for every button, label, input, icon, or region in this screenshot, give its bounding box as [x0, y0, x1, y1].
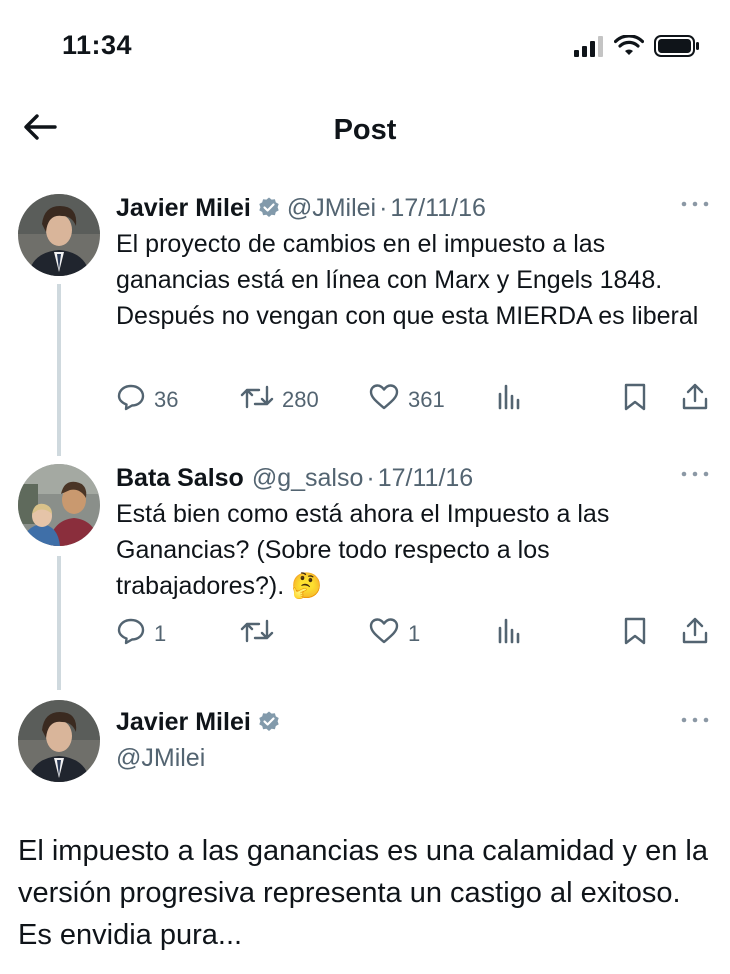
- tweet-actions: 1 1: [116, 616, 716, 656]
- reply-button[interactable]: 1: [116, 616, 166, 652]
- tweet-text: Está bien como está ahora el Impuesto a …: [116, 500, 610, 600]
- reply-count: 36: [154, 387, 179, 412]
- verified-badge-icon: [257, 196, 281, 220]
- more-icon: [680, 201, 710, 218]
- status-icons: [574, 34, 700, 63]
- reply-button[interactable]: 36: [116, 382, 178, 418]
- like-icon: [368, 616, 400, 652]
- author-name[interactable]: Javier Milei: [116, 708, 251, 737]
- page-title: Post: [333, 114, 397, 146]
- post-header: Post: [0, 100, 730, 160]
- reply-icon: [116, 382, 146, 418]
- tweet-date[interactable]: 17/11/16: [390, 194, 485, 223]
- separator: ·: [366, 463, 375, 492]
- author-handle[interactable]: @g_salso: [252, 464, 364, 493]
- status-bar: 11:34: [0, 0, 730, 95]
- repost-button[interactable]: [240, 616, 282, 652]
- share-icon: [680, 616, 710, 652]
- author-name[interactable]: Javier Milei: [116, 194, 251, 223]
- share-button[interactable]: [680, 616, 710, 652]
- wifi-icon: [613, 34, 645, 62]
- signal-icon: [574, 35, 604, 62]
- separator: ·: [379, 193, 388, 222]
- tweet-header: Javier Milei @JMilei · 17/11/16: [116, 190, 486, 226]
- reply-icon: [116, 616, 146, 652]
- more-icon: [680, 471, 710, 488]
- author-name[interactable]: Bata Salso: [116, 464, 244, 493]
- views-button[interactable]: [496, 616, 524, 652]
- avatar[interactable]: [18, 194, 100, 276]
- like-button[interactable]: 1: [368, 616, 420, 652]
- tweet[interactable]: Javier Milei @JMilei · 17/11/16 El proye…: [0, 190, 730, 430]
- like-count: 1: [408, 621, 421, 646]
- main-tweet[interactable]: Javier Milei @JMilei El impuesto a las g…: [0, 700, 730, 974]
- author-handle[interactable]: @JMilei: [116, 744, 205, 773]
- views-button[interactable]: [496, 382, 524, 418]
- share-icon: [680, 382, 710, 418]
- avatar[interactable]: [18, 464, 100, 546]
- tweet-header: Javier Milei: [116, 704, 287, 740]
- avatar[interactable]: [18, 700, 100, 782]
- tweet-text: El proyecto de cambios en el impuesto a …: [116, 230, 699, 330]
- handle-row: @JMilei: [116, 740, 205, 776]
- repost-button[interactable]: 280: [240, 382, 319, 418]
- reply-count: 1: [154, 621, 167, 646]
- views-icon: [496, 616, 524, 652]
- more-button[interactable]: [680, 194, 710, 214]
- repost-icon: [240, 616, 274, 652]
- verified-badge-icon: [257, 710, 281, 734]
- like-button[interactable]: 361: [368, 382, 445, 418]
- tweet[interactable]: Bata Salso @g_salso · 17/11/16 Está bien…: [0, 460, 730, 670]
- repost-icon: [240, 382, 274, 418]
- more-icon: [680, 717, 710, 734]
- more-button[interactable]: [680, 464, 710, 484]
- battery-icon: [654, 34, 700, 63]
- tweet-date[interactable]: 17/11/16: [378, 464, 473, 493]
- like-count: 361: [408, 387, 445, 412]
- like-icon: [368, 382, 400, 418]
- author-handle[interactable]: @JMilei: [287, 194, 376, 223]
- main-tweet-text: El impuesto a las ganancias es una calam…: [18, 835, 708, 951]
- more-button[interactable]: [680, 710, 710, 730]
- tweet-header: Bata Salso @g_salso · 17/11/16: [116, 460, 473, 496]
- bookmark-icon: [622, 382, 648, 418]
- tweet-actions: 36 280 361: [116, 382, 716, 422]
- bookmark-button[interactable]: [622, 616, 648, 652]
- repost-count: 280: [282, 387, 319, 412]
- share-button[interactable]: [680, 382, 710, 418]
- status-time: 11:34: [62, 30, 133, 60]
- views-icon: [496, 382, 524, 418]
- bookmark-icon: [622, 616, 648, 652]
- bookmark-button[interactable]: [622, 382, 648, 418]
